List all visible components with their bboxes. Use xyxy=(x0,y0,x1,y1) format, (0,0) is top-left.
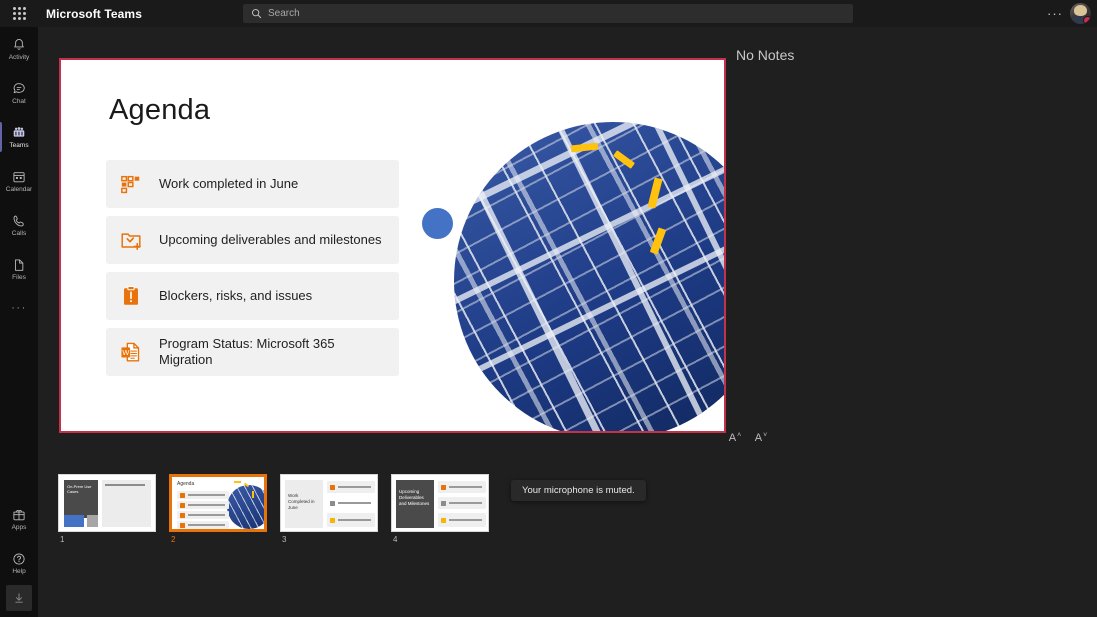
sidebar-item-files[interactable]: Files xyxy=(0,247,38,291)
presentation-slide[interactable]: Agenda Work completed in June xyxy=(59,58,726,433)
sidebar-item-label: Help xyxy=(12,568,25,576)
agenda-item-text: Program Status: Microsoft 365 Migration xyxy=(159,336,389,368)
thumbnail-cell[interactable]: On-Prem Use Cases 1 xyxy=(58,474,156,544)
solar-panel-photo xyxy=(454,122,726,433)
sidebar-item-label: Calls xyxy=(12,230,26,238)
thumb-logo-block xyxy=(64,515,84,527)
clipboard-alert-icon xyxy=(120,285,142,307)
font-size-controls: A ˄ A ˅ xyxy=(726,432,770,450)
blocks-grid-icon xyxy=(120,173,142,195)
thumb-photo-circle xyxy=(227,485,267,529)
folder-check-plus-icon xyxy=(120,229,142,251)
agenda-item: Upcoming deliverables and milestones xyxy=(106,216,399,264)
calendar-icon xyxy=(11,169,27,185)
more-options-button[interactable]: ··· xyxy=(1044,3,1066,25)
increase-font-label: A xyxy=(729,432,736,444)
file-icon xyxy=(11,257,27,273)
decrease-font-size-button[interactable]: A ˅ xyxy=(752,432,770,450)
thumbnail-cell[interactable]: Work Completed in June 3 xyxy=(280,474,378,544)
titlebar-right-controls: ··· xyxy=(1044,0,1091,27)
mic-muted-toast: Your microphone is muted. xyxy=(511,480,646,501)
agenda-item: Work completed in June xyxy=(106,160,399,208)
thumb-title: Work Completed in June xyxy=(288,493,321,511)
slide-thumbnail-1[interactable]: On-Prem Use Cases xyxy=(58,474,156,532)
sidebar-item-label: Calendar xyxy=(6,186,32,194)
svg-text:W: W xyxy=(122,348,129,357)
thumb-title-block: On-Prem Use Cases xyxy=(64,480,98,518)
search-bar[interactable] xyxy=(243,4,853,23)
sidebar-item-activity[interactable]: Activity xyxy=(0,27,38,71)
slide-thumbnail-strip: On-Prem Use Cases 1 Agenda xyxy=(58,474,489,544)
sidebar-item-label: Files xyxy=(12,274,26,282)
thumb-title: Agenda xyxy=(177,481,194,487)
search-icon xyxy=(251,8,262,19)
slide-title: Agenda xyxy=(109,94,210,127)
thumb-grey-block xyxy=(87,515,98,527)
agenda-list: Work completed in June Upcoming delivera… xyxy=(106,160,399,384)
slide-thumbnail-3[interactable]: Work Completed in June xyxy=(280,474,378,532)
thumb-title: On-Prem Use Cases xyxy=(64,480,98,498)
thumb-panel xyxy=(102,480,151,527)
agenda-item: Blockers, risks, and issues xyxy=(106,272,399,320)
app-title: Microsoft Teams xyxy=(46,7,142,21)
slide-thumbnail-2[interactable]: Agenda xyxy=(169,474,267,532)
thumbnail-number: 3 xyxy=(280,535,378,544)
help-icon xyxy=(11,551,27,567)
app-launcher-icon[interactable] xyxy=(0,0,38,27)
chat-icon xyxy=(11,81,27,97)
thumbnail-number: 1 xyxy=(58,535,156,544)
apps-icon xyxy=(11,507,27,523)
decrease-font-label: A xyxy=(755,432,762,444)
thumbnail-number: 2 xyxy=(169,535,267,544)
notes-title: No Notes xyxy=(736,47,1076,63)
sidebar-item-help[interactable]: Help xyxy=(0,541,38,585)
increase-font-size-button[interactable]: A ˄ xyxy=(726,432,744,450)
meeting-stage: Agenda Work completed in June xyxy=(38,27,1097,617)
agenda-item: W Program Status: Microsoft 365 Migratio… xyxy=(106,328,399,376)
sidebar-item-teams[interactable]: Teams xyxy=(0,115,38,159)
notes-panel: No Notes xyxy=(736,47,1076,427)
presence-badge xyxy=(1083,16,1091,24)
word-document-icon: W xyxy=(120,341,142,363)
sidebar-item-chat[interactable]: Chat xyxy=(0,71,38,115)
download-button[interactable] xyxy=(6,585,32,611)
thumbnail-cell[interactable]: Agenda 2 xyxy=(169,474,267,544)
slide-thumbnail-4[interactable]: Upcoming Deliverables and Milestones xyxy=(391,474,489,532)
download-icon xyxy=(12,591,26,605)
decor-blue-circle xyxy=(422,208,453,239)
decrease-font-caret: ˅ xyxy=(763,432,767,439)
sidebar-item-label: Teams xyxy=(9,142,28,150)
avatar[interactable] xyxy=(1070,3,1091,24)
sidebar-item-calls[interactable]: Calls xyxy=(0,203,38,247)
sidebar-item-label: Activity xyxy=(9,54,30,62)
bell-icon xyxy=(11,37,27,53)
agenda-item-text: Work completed in June xyxy=(159,176,298,192)
thumbnail-cell[interactable]: Upcoming Deliverables and Milestones 4 xyxy=(391,474,489,544)
sidebar-item-label: Chat xyxy=(12,98,26,106)
app-rail: Activity Chat Teams Calendar xyxy=(0,27,38,617)
sidebar-item-apps[interactable]: Apps xyxy=(0,497,38,541)
thumb-title: Upcoming Deliverables and Milestones xyxy=(399,489,432,507)
agenda-item-text: Blockers, risks, and issues xyxy=(159,288,312,304)
sidebar-item-calendar[interactable]: Calendar xyxy=(0,159,38,203)
thumbnail-number: 4 xyxy=(391,535,489,544)
search-input[interactable] xyxy=(268,8,845,19)
agenda-item-text: Upcoming deliverables and milestones xyxy=(159,232,382,248)
teams-icon xyxy=(11,125,27,141)
sidebar-item-label: Apps xyxy=(12,524,27,532)
titlebar: Microsoft Teams ··· xyxy=(0,0,1097,27)
increase-font-caret: ˄ xyxy=(737,432,741,439)
phone-icon xyxy=(11,213,27,229)
sidebar-more-apps-button[interactable]: ··· xyxy=(0,291,38,325)
